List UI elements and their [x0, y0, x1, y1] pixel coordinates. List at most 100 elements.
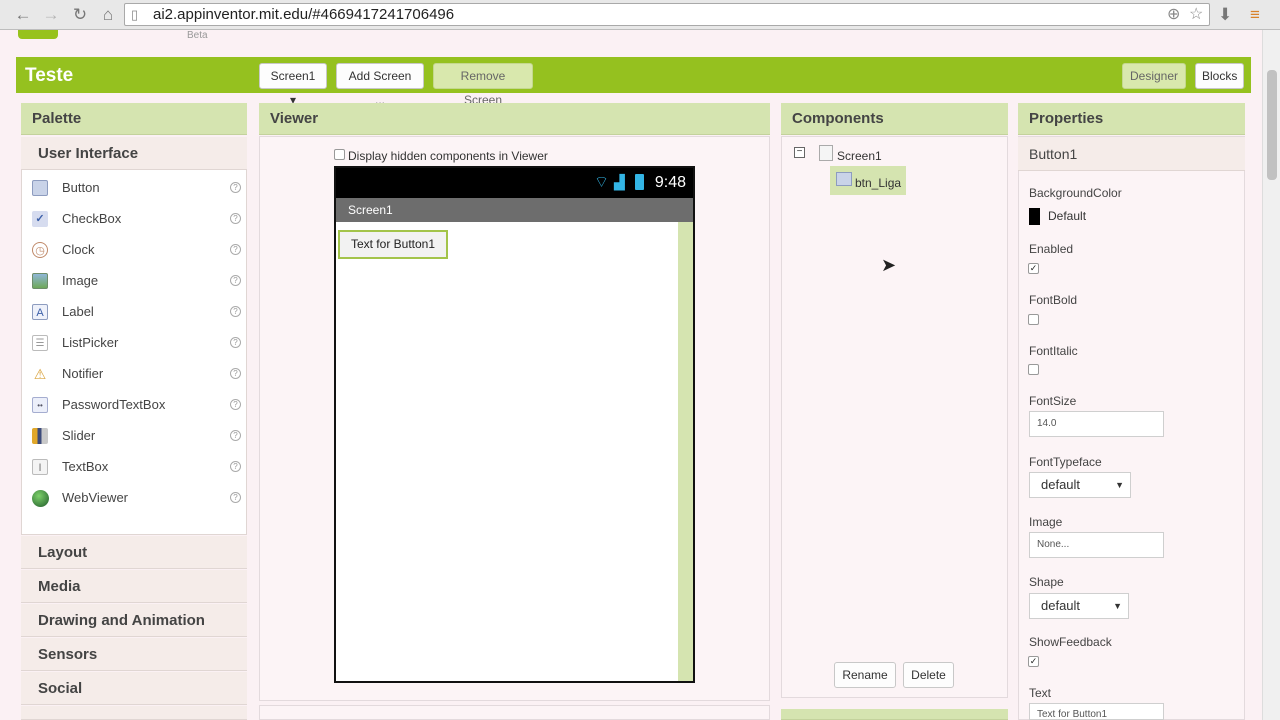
zoom-icon[interactable]: ⊕ [1167, 5, 1180, 25]
help-icon[interactable]: ? [230, 430, 241, 441]
palette-category-social[interactable]: Social [21, 672, 247, 705]
palette-item-checkbox[interactable]: ✓ CheckBox ? [22, 205, 246, 233]
tree-item-label: btn_Liga [855, 176, 902, 190]
prop-fontsize-label: FontSize [1029, 394, 1077, 408]
bookmark-star-icon[interactable]: ☆ [1189, 5, 1203, 25]
display-hidden-checkbox[interactable] [334, 149, 345, 160]
prop-background-color-value[interactable]: Default [1048, 209, 1086, 223]
color-swatch[interactable] [1029, 208, 1040, 225]
textbox-icon: I [32, 459, 48, 475]
tree-item-screen1[interactable]: Screen1 [837, 149, 882, 163]
help-icon[interactable]: ? [230, 275, 241, 286]
blocks-button[interactable]: Blocks [1195, 63, 1244, 89]
palette-item-list: Button ? ✓ CheckBox ? ◷ Clock ? Image ? … [21, 169, 247, 535]
signal-icon: ▟ [614, 174, 625, 190]
prop-shape-label: Shape [1029, 575, 1064, 589]
palette-item-label: CheckBox [62, 211, 122, 226]
image-input[interactable]: None... [1029, 532, 1164, 558]
app-inventor-logo[interactable] [18, 30, 58, 39]
fonttypeface-select[interactable]: default ▼ [1029, 472, 1131, 498]
prop-fontitalic-label: FontItalic [1029, 344, 1078, 358]
enabled-checkbox[interactable]: ✓ [1028, 263, 1039, 274]
forward-icon[interactable]: → [40, 4, 62, 26]
components-header: Components [781, 103, 1008, 135]
url-text[interactable]: ai2.appinventor.mit.edu/#466941724170649… [153, 6, 454, 24]
download-icon[interactable]: ⬇ [1218, 4, 1232, 26]
collapse-icon[interactable]: − [794, 147, 805, 158]
image-icon [32, 273, 48, 289]
palette-category-media[interactable]: Media [21, 570, 247, 603]
palette-item-passwordtextbox[interactable]: •• PasswordTextBox ? [22, 391, 246, 419]
palette-item-label: Slider [62, 428, 96, 443]
help-icon[interactable]: ? [230, 213, 241, 224]
help-icon[interactable]: ? [230, 492, 241, 503]
palette-item-notifier[interactable]: ⚠ Notifier ? [22, 360, 246, 388]
tree-item-btn-liga[interactable]: btn_Liga [830, 166, 906, 195]
text-input[interactable]: Text for Button1 [1029, 703, 1164, 720]
screen-dropdown[interactable]: Screen1 ▾ [259, 63, 327, 107]
battery-icon [635, 174, 644, 190]
menu-icon[interactable]: ≡ [1250, 4, 1260, 26]
scrollbar-thumb[interactable] [1267, 70, 1277, 180]
palette-item-clock[interactable]: ◷ Clock ? [22, 236, 246, 264]
palette-item-label: Clock [62, 242, 95, 257]
chevron-down-icon: ▼ [1113, 601, 1122, 611]
page-icon: ▯ [131, 7, 139, 22]
fontsize-input[interactable]: 14.0 [1029, 411, 1164, 437]
palette-category-drawing-and-animation[interactable]: Drawing and Animation [21, 604, 247, 637]
phone-scrollbar [678, 222, 693, 681]
address-bar[interactable]: ▯ ai2.appinventor.mit.edu/#4669417241706… [124, 3, 1210, 26]
back-icon[interactable]: ← [12, 4, 34, 26]
help-icon[interactable]: ? [230, 182, 241, 193]
help-icon[interactable]: ? [230, 244, 241, 255]
prop-fontbold-label: FontBold [1029, 293, 1078, 307]
palette-item-slider[interactable]: Slider ? [22, 422, 246, 450]
help-icon[interactable]: ? [230, 461, 241, 472]
palette-item-label: Label [62, 304, 94, 319]
page-scrollbar[interactable] [1262, 30, 1280, 720]
display-hidden-label: Display hidden components in Viewer [348, 149, 548, 163]
palette-item-listpicker[interactable]: ☰ ListPicker ? [22, 329, 246, 357]
rename-button[interactable]: Rename [834, 662, 896, 688]
mouse-cursor-icon: ➤ [881, 255, 897, 275]
palette-item-textbox[interactable]: I TextBox ? [22, 453, 246, 481]
palette-item-label: WebViewer [62, 490, 128, 505]
phone-screen-title: Screen1 [336, 198, 693, 222]
palette-category-cut-off[interactable] [21, 706, 247, 720]
home-icon[interactable]: ⌂ [97, 4, 119, 26]
palette-item-image[interactable]: Image ? [22, 267, 246, 295]
palette-item-button[interactable]: Button ? [22, 174, 246, 202]
prop-image-label: Image [1029, 515, 1063, 529]
palette-item-webviewer[interactable]: WebViewer ? [22, 484, 246, 512]
palette-header: Palette [21, 103, 247, 135]
palette-category-layout[interactable]: Layout [21, 536, 247, 569]
notifier-icon: ⚠ [33, 366, 47, 382]
fontitalic-checkbox[interactable] [1028, 364, 1039, 375]
fontbold-checkbox[interactable] [1028, 314, 1039, 325]
help-icon[interactable]: ? [230, 399, 241, 410]
prop-enabled-label: Enabled [1029, 242, 1074, 256]
palette-item-label: ListPicker [62, 335, 119, 350]
shape-value: default [1041, 598, 1081, 613]
reload-icon[interactable]: ↻ [69, 4, 91, 26]
help-icon[interactable]: ? [230, 337, 241, 348]
add-screen-button[interactable]: Add Screen ... [336, 63, 424, 107]
webviewer-icon [32, 490, 49, 507]
palette-item-label[interactable]: A Label ? [22, 298, 246, 326]
palette-category-sensors[interactable]: Sensors [21, 638, 247, 671]
designer-button[interactable]: Designer [1122, 63, 1186, 89]
phone-button-preview[interactable]: Text for Button1 [338, 230, 448, 259]
palette-item-label: TextBox [62, 459, 109, 474]
shape-select[interactable]: default ▼ [1029, 593, 1129, 619]
phone-time: 9:48 [654, 174, 686, 191]
palette-section-user-interface[interactable]: User Interface [21, 137, 247, 170]
help-icon[interactable]: ? [230, 368, 241, 379]
delete-button[interactable]: Delete [903, 662, 954, 688]
remove-screen-button[interactable]: Remove Screen [433, 63, 533, 107]
help-icon[interactable]: ? [230, 306, 241, 317]
components-panel [781, 136, 1008, 698]
showfeedback-checkbox[interactable]: ✓ [1028, 656, 1039, 667]
phone-status-bar: ⌔ ▟ 9:48 [336, 168, 693, 198]
wifi-icon: ⌔ [594, 174, 610, 191]
beta-label: Beta [187, 30, 208, 41]
